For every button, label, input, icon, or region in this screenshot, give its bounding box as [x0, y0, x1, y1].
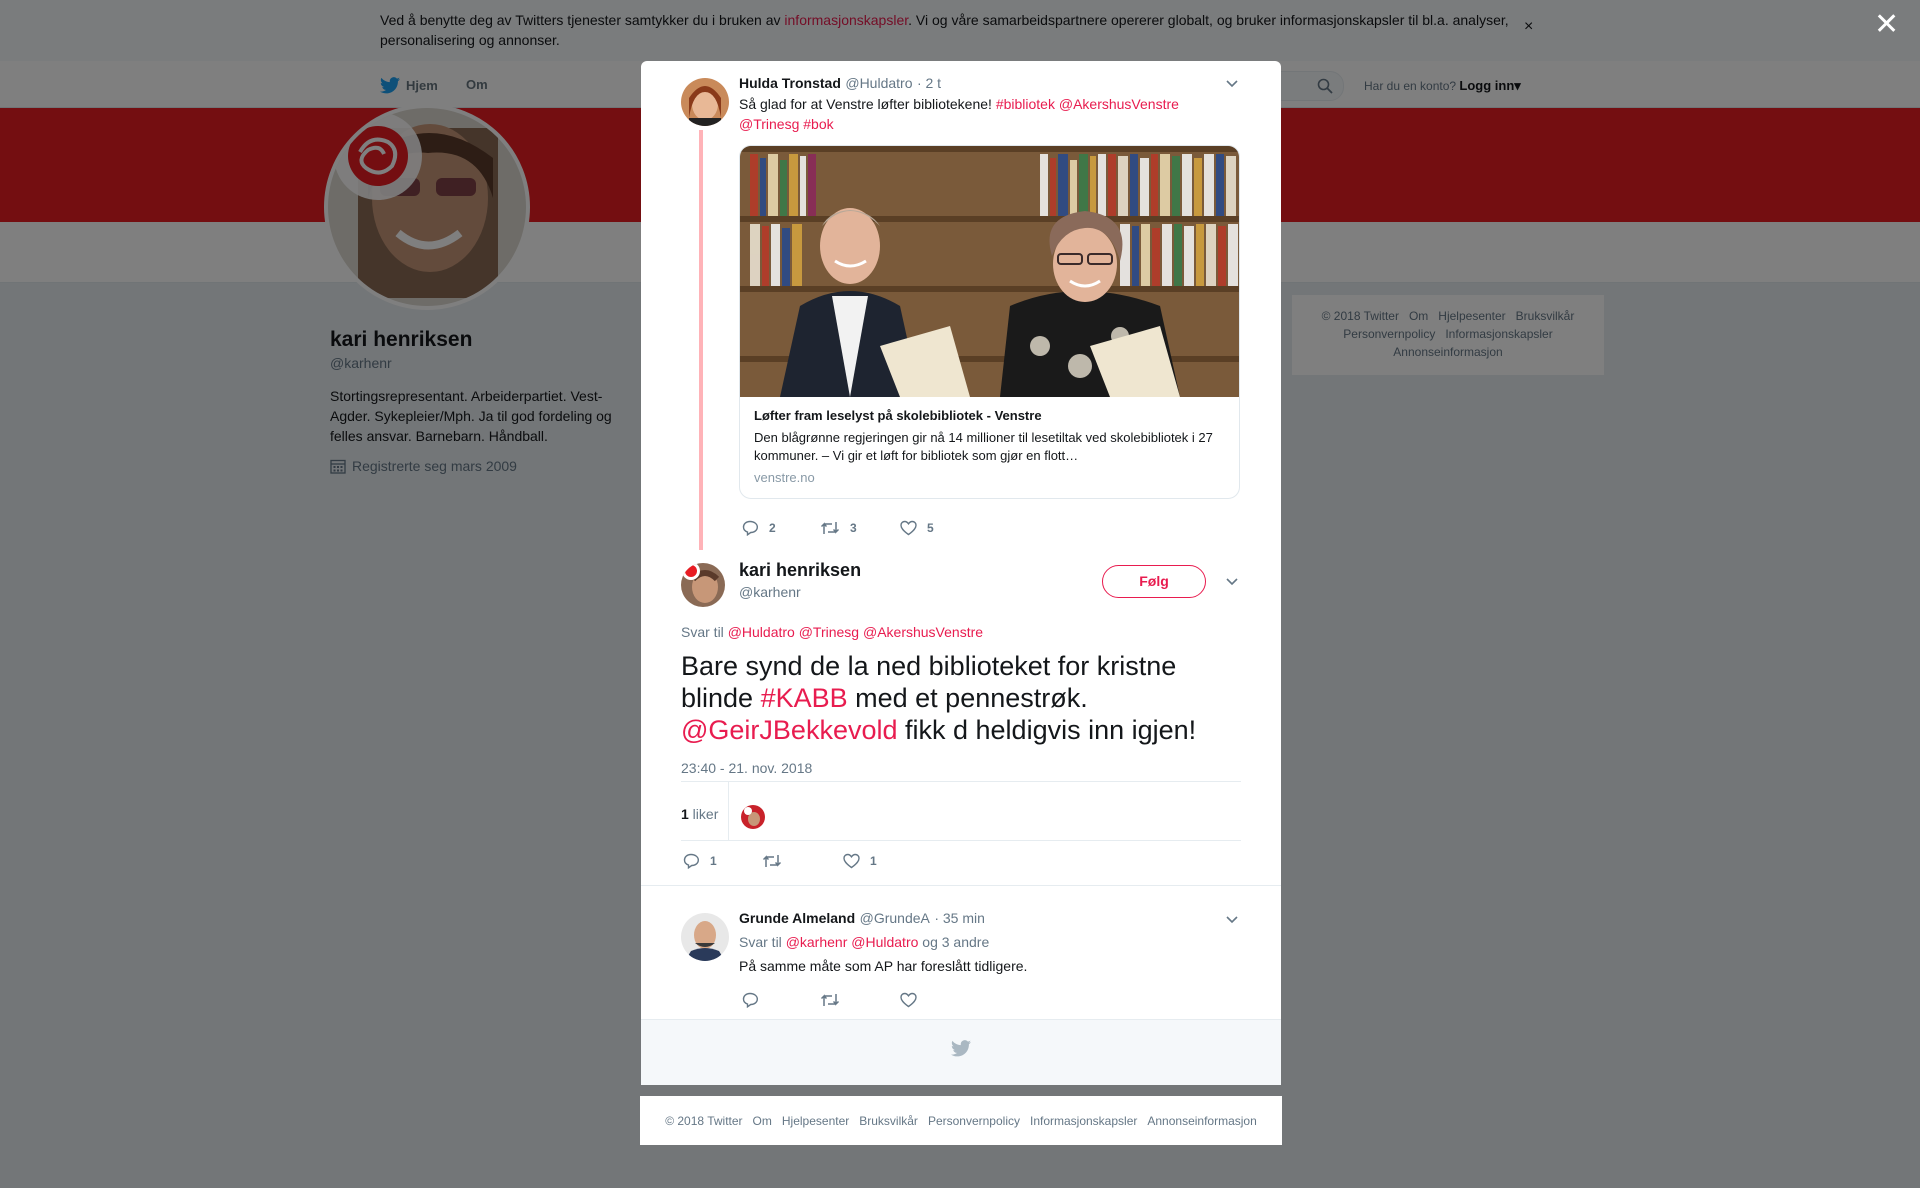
avatar[interactable] [681, 78, 729, 126]
twitter-bird-icon [951, 1040, 971, 1057]
reply-button[interactable]: 1 [683, 853, 717, 869]
like-button[interactable]: 1 [843, 853, 877, 869]
author-name[interactable]: Hulda Tronstad [739, 75, 841, 91]
author-handle[interactable]: @karhenr [739, 584, 801, 600]
avatar[interactable] [681, 913, 729, 961]
like-button[interactable]: 5 [900, 520, 934, 536]
card-url: venstre.no [754, 470, 815, 485]
chevron-down-icon[interactable] [1222, 909, 1242, 929]
retweet-button[interactable] [820, 992, 850, 1008]
mention-link[interactable]: @AkershusVenstre [863, 624, 983, 640]
footer-link[interactable]: Hjelpesenter [782, 1114, 849, 1128]
hashtag-link[interactable]: #bibliotek [996, 96, 1055, 112]
tweet-time[interactable]: · 2 t [917, 75, 941, 91]
retweet-icon [820, 522, 840, 534]
heart-icon [900, 520, 917, 536]
tweet-timestamp[interactable]: 23:40 - 21. nov. 2018 [681, 760, 812, 776]
divider [681, 840, 1241, 841]
tweet-text: Så glad for at Venstre løfter biblioteke… [739, 96, 1179, 132]
retweet-icon [762, 855, 782, 867]
card-image [740, 146, 1239, 397]
tweet-time[interactable]: · 35 min [934, 910, 985, 926]
reply-context: Svar til @karhenr @Huldatro og 3 andre [739, 934, 990, 950]
thread-line [699, 130, 703, 550]
mention-link[interactable]: @Trinesg [799, 624, 859, 640]
retweet-button[interactable] [762, 853, 792, 869]
mention-link[interactable]: @karhenr [786, 934, 848, 950]
mention-link[interactable]: @Trinesg [739, 116, 799, 132]
author-name[interactable]: kari henriksen [739, 560, 861, 581]
footer-link[interactable]: Bruksvilkår [859, 1114, 918, 1128]
reply-button[interactable]: 2 [742, 520, 776, 536]
heart-icon [843, 853, 860, 869]
close-icon[interactable]: ✕ [1874, 10, 1899, 40]
mention-link[interactable]: @AkershusVenstre [1059, 96, 1179, 112]
bottom-footer: © 2018 Twitter Om Hjelpesenter Bruksvilk… [640, 1096, 1282, 1145]
footer-link[interactable]: Personvernpolicy [928, 1114, 1020, 1128]
tweet-header: Grunde Almeland @GrundeA · 35 min [739, 910, 985, 928]
like-button[interactable] [900, 992, 927, 1008]
divider [681, 781, 1241, 782]
author-handle[interactable]: @GrundeA [860, 910, 930, 926]
reply-icon [742, 520, 759, 536]
liker-avatar[interactable] [741, 805, 765, 829]
reply-icon [683, 853, 700, 869]
reply-context: Svar til @Huldatro @Trinesg @AkershusVen… [681, 624, 984, 640]
retweet-button[interactable]: 3 [820, 520, 857, 536]
mention-link[interactable]: @Huldatro [728, 624, 795, 640]
modal-footer [641, 1019, 1281, 1085]
retweet-icon [820, 994, 840, 1006]
follow-button[interactable]: Følg [1102, 565, 1206, 598]
mention-link[interactable]: @Huldatro [851, 934, 918, 950]
card-description: Den blågrønne regjeringen gir nå 14 mill… [754, 430, 1213, 463]
card-title: Løfter fram leselyst på skolebibliotek -… [754, 408, 1042, 423]
link-card[interactable]: Løfter fram leselyst på skolebibliotek -… [739, 145, 1240, 499]
tweet-text: Bare synd de la ned biblioteket for kris… [681, 651, 1197, 745]
mention-link[interactable]: @GeirJBekkevold [681, 715, 898, 745]
divider [641, 885, 1281, 886]
footer-link[interactable]: Om [753, 1114, 772, 1128]
hashtag-link[interactable]: #bok [803, 116, 833, 132]
heart-icon [900, 992, 917, 1008]
chevron-down-icon[interactable] [1222, 571, 1242, 591]
reply-icon [742, 992, 759, 1008]
tweet-text: På samme måte som AP har foreslått tidli… [739, 958, 1028, 974]
tweet-header: Hulda Tronstad @Huldatro · 2 t [739, 75, 941, 93]
author-handle[interactable]: @Huldatro [845, 75, 912, 91]
hashtag-link[interactable]: #KABB [761, 683, 848, 713]
chevron-down-icon[interactable] [1222, 73, 1242, 93]
reply-button[interactable] [742, 992, 769, 1008]
footer-link[interactable]: Annonseinformasjon [1147, 1114, 1256, 1128]
avatar[interactable] [681, 563, 725, 607]
likes-count[interactable]: 1 liker [681, 806, 718, 822]
divider [728, 781, 729, 841]
footer-link[interactable]: Informasjonskapsler [1030, 1114, 1137, 1128]
author-name[interactable]: Grunde Almeland [739, 910, 855, 926]
footer-copyright: © 2018 Twitter [665, 1113, 743, 1128]
